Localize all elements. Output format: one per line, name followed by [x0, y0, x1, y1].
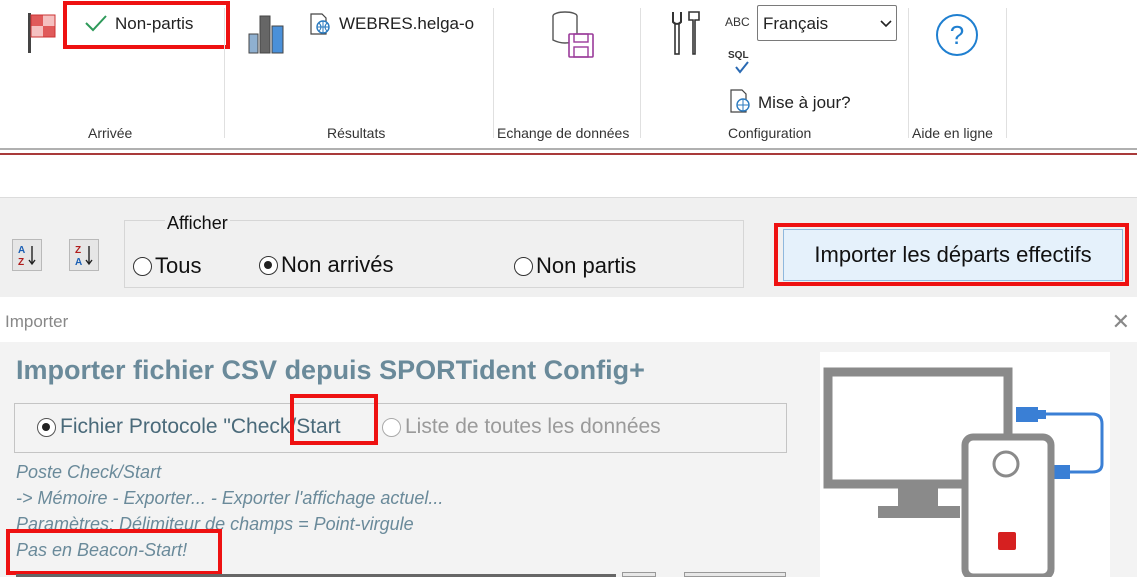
- webres-button[interactable]: WEBRES.helga-o: [308, 10, 478, 38]
- radio-tous[interactable]: Tous: [133, 253, 201, 279]
- bottom-button[interactable]: [684, 572, 786, 577]
- group-label-configuration: Configuration: [728, 125, 812, 141]
- dialog-titlebar: Importer ✕: [0, 299, 1137, 342]
- sort-ascending-button[interactable]: A Z: [12, 239, 42, 271]
- highlight-box-non-partis: [63, 1, 230, 49]
- highlight-box-check-start: [290, 394, 378, 445]
- database-save-icon[interactable]: [550, 10, 598, 60]
- update-icon: [730, 89, 750, 113]
- chevron-down-icon: [880, 20, 892, 28]
- sort-asc-icon: A Z: [18, 245, 36, 268]
- ribbon-divider: [0, 148, 1137, 156]
- import-format-group: Fichier Protocole "Check/Start Liste de …: [14, 403, 787, 453]
- group-separator: [493, 8, 494, 138]
- radio-non-arrives-label: Non arrivés: [281, 252, 394, 277]
- info-line-1: Poste Check/Start: [16, 462, 162, 482]
- check-icon: [735, 61, 749, 74]
- language-select[interactable]: Français: [757, 5, 897, 41]
- web-document-icon: [310, 13, 330, 35]
- group-separator: [1006, 8, 1007, 138]
- radio-data-list-label: Liste de toutes les données: [405, 415, 661, 438]
- svg-text:A: A: [18, 245, 25, 256]
- computer-usb-icon: [823, 367, 1104, 577]
- ribbon: Non-partis WEBRES.helga-o ABC SQL França…: [0, 0, 1137, 148]
- group-label-echange: Echange de données: [497, 125, 630, 141]
- help-icon[interactable]: ?: [934, 12, 980, 58]
- svg-text:?: ?: [950, 20, 964, 50]
- radio-indicator: [133, 256, 152, 276]
- radio-data-list[interactable]: Liste de toutes les données: [382, 415, 661, 439]
- import-dialog: Importer ✕ Importer fichier CSV depuis S…: [0, 299, 1137, 577]
- radio-indicator-selected: [37, 417, 56, 437]
- afficher-legend: Afficher: [165, 213, 230, 234]
- radio-indicator: [382, 417, 401, 437]
- bar-chart-icon[interactable]: [247, 12, 287, 54]
- radio-indicator-selected: [259, 255, 278, 275]
- dialog-heading: Importer fichier CSV depuis SPORTident C…: [16, 355, 645, 385]
- dialog-title: Importer: [5, 312, 69, 331]
- radio-tous-label: Tous: [155, 253, 202, 278]
- info-line-2: -> Mémoire - Exporter... - Exporter l'af…: [16, 488, 444, 508]
- spellcheck-icon[interactable]: SQL: [728, 50, 754, 76]
- group-label-resultats: Résultats: [327, 125, 386, 141]
- sort-descending-button[interactable]: Z A: [69, 239, 99, 271]
- svg-text:Z: Z: [75, 245, 81, 256]
- radio-non-arrives[interactable]: Non arrivés: [259, 252, 393, 278]
- group-label-arrivee: Arrivée: [88, 125, 133, 141]
- radio-non-partis-label: Non partis: [536, 253, 637, 278]
- flag-icon[interactable]: [26, 11, 62, 55]
- radio-non-partis[interactable]: Non partis: [514, 253, 636, 279]
- group-separator: [640, 8, 641, 138]
- group-separator: [908, 8, 909, 138]
- sort-desc-icon: Z A: [75, 245, 93, 268]
- illustration: [820, 352, 1110, 577]
- webres-label: WEBRES.helga-o: [339, 14, 475, 33]
- svg-text:Z: Z: [18, 257, 24, 268]
- highlight-box-import: [774, 223, 1129, 286]
- filter-toolbar: A Z Z A Afficher Tous Non arrivés Non pa…: [0, 197, 1137, 297]
- group-separator: [224, 8, 225, 138]
- abc-label: ABC: [725, 15, 750, 29]
- close-icon[interactable]: ✕: [1112, 309, 1130, 335]
- mise-a-jour-label: Mise à jour?: [758, 93, 851, 112]
- bottom-control[interactable]: [622, 572, 656, 577]
- group-label-aide: Aide en ligne: [912, 125, 993, 141]
- tools-icon[interactable]: [669, 10, 703, 56]
- afficher-group: Afficher Tous Non arrivés Non partis: [124, 213, 744, 288]
- language-select-value: Français: [763, 14, 829, 33]
- svg-text:A: A: [75, 257, 82, 268]
- radio-indicator: [514, 256, 533, 276]
- mise-a-jour-button[interactable]: Mise à jour?: [728, 88, 858, 116]
- highlight-box-beacon: [6, 529, 222, 575]
